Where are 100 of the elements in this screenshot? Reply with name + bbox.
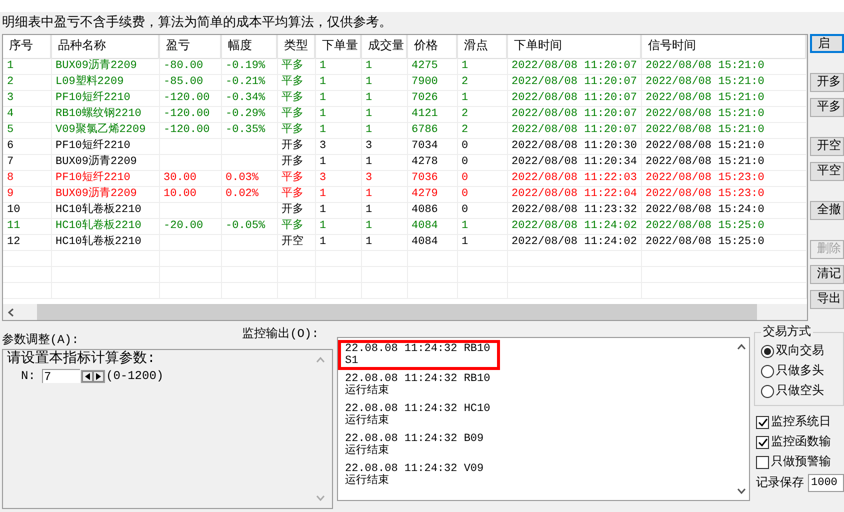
table-cell: 2022/08/08 15:25:0 [641, 218, 806, 234]
table-cell: 10.00 [159, 186, 221, 202]
up-chevron-icon[interactable] [736, 344, 746, 350]
table-cell: 平多 [277, 74, 315, 90]
param-name: N: [21, 368, 36, 385]
table-cell: BUX09沥青2209 [51, 58, 159, 74]
table-cell: 平多 [277, 122, 315, 138]
table-cell: PF10短纤2210 [51, 170, 159, 186]
table-cell: 1 [457, 218, 507, 234]
column-header[interactable]: 信号时间 [641, 35, 806, 58]
table-cell: PF10短纤2210 [51, 138, 159, 154]
table-cell: 12 [3, 234, 51, 250]
table-cell: 1 [315, 234, 361, 250]
toolbar-button[interactable]: 清记 [810, 265, 844, 284]
column-header[interactable]: 幅度 [221, 35, 277, 58]
column-header[interactable]: 盈亏 [159, 35, 221, 58]
table-cell: 1 [315, 202, 361, 218]
table-cell: 2022/08/08 15:23:0 [641, 170, 806, 186]
table-cell: 10 [3, 202, 51, 218]
checkbox-label: 监控系统日 [771, 414, 831, 431]
table-cell: BUX09沥青2209 [51, 186, 159, 202]
table-cell: 平多 [277, 106, 315, 122]
table-cell: 1 [457, 234, 507, 250]
column-header[interactable]: 品种名称 [51, 35, 159, 58]
table-cell: 2 [457, 106, 507, 122]
toolbar-button[interactable]: 启 [810, 34, 844, 53]
table-cell: HC10轧卷板2210 [51, 218, 159, 234]
checkbox[interactable] [756, 416, 769, 428]
table-cell: 2022/08/08 11:20:07 [507, 106, 641, 122]
table-cell: 2 [457, 74, 507, 90]
table-cell: 4086 [407, 202, 457, 218]
table-cell: 1 [361, 122, 407, 138]
table-cell: 1 [315, 106, 361, 122]
param-input[interactable]: 7 [42, 369, 80, 383]
table-cell: 7900 [407, 74, 457, 90]
log-line: 22.08.08 11:24:32 RB10 [345, 343, 492, 355]
column-header[interactable]: 类型 [277, 35, 315, 58]
radio-button[interactable] [761, 364, 774, 378]
increment-button[interactable] [93, 370, 104, 382]
table-cell: 平多 [277, 90, 315, 106]
table-cell: 2022/08/08 15:21:0 [641, 74, 806, 90]
radio-button[interactable] [761, 344, 774, 358]
table-cell: HC10轧卷板2210 [51, 234, 159, 250]
table-cell: 4084 [407, 234, 457, 250]
table-cell: 3 [315, 138, 361, 154]
table-cell: 1 [315, 122, 361, 138]
table-cell: 1 [3, 58, 51, 74]
table-cell: 1 [457, 90, 507, 106]
table-cell: V09聚氯乙烯2209 [51, 122, 159, 138]
table-cell: 11 [3, 218, 51, 234]
params-prompt: 请设置本指标计算参数: [7, 351, 156, 367]
monitor-label: 监控输出(O): [242, 326, 319, 343]
toolbar-button[interactable]: 平空 [810, 162, 844, 181]
record-input[interactable]: 1000 [808, 474, 844, 492]
column-header[interactable]: 下单量 [315, 35, 361, 58]
left-chevron-icon[interactable] [8, 308, 14, 316]
table-cell: -0.35% [221, 122, 277, 138]
table-cell: 0 [457, 154, 507, 170]
table-cell: -85.00 [159, 74, 221, 90]
column-header[interactable]: 序号 [3, 35, 51, 58]
toolbar-button[interactable]: 全撤 [810, 201, 844, 220]
table-cell: 2022/08/08 15:21:0 [641, 58, 806, 74]
horizontal-scrollbar[interactable] [3, 304, 807, 320]
table-cell: 1 [361, 106, 407, 122]
decrement-button[interactable] [82, 370, 93, 382]
column-header[interactable]: 下单时间 [507, 35, 641, 58]
table-cell: 1 [315, 58, 361, 74]
column-header[interactable]: 价格 [407, 35, 457, 58]
toolbar-button[interactable]: 开空 [810, 137, 844, 156]
log-line: 运行结束 [345, 415, 390, 427]
toolbar-button[interactable]: 开多 [810, 73, 844, 92]
table-cell: 2022/08/08 15:24:0 [641, 202, 806, 218]
table-cell: 2022/08/08 15:21:0 [641, 122, 806, 138]
table-cell: -120.00 [159, 122, 221, 138]
column-header[interactable]: 成交量 [361, 35, 407, 58]
table-cell: 0.03% [221, 170, 277, 186]
table-cell: 2022/08/08 15:25:0 [641, 234, 806, 250]
radio-label: 只做多头 [776, 363, 824, 380]
table-cell: 2022/08/08 15:21:0 [641, 106, 806, 122]
down-chevron-icon[interactable] [736, 488, 746, 494]
table-cell: 0 [457, 138, 507, 154]
toolbar-button[interactable]: 导出 [810, 290, 844, 309]
table-cell: 3 [361, 170, 407, 186]
radio-button[interactable] [761, 384, 774, 398]
table-cell: 2022/08/08 15:21:0 [641, 154, 806, 170]
column-header[interactable]: 滑点 [457, 35, 507, 58]
table-cell: 平多 [277, 58, 315, 74]
table-cell: 7 [3, 154, 51, 170]
table-cell: 0 [457, 186, 507, 202]
table-cell: 2022/08/08 11:20:07 [507, 90, 641, 106]
log-line: 22.08.08 11:24:32 HC10 [345, 403, 492, 415]
table-cell: 4084 [407, 218, 457, 234]
table-cell: 2022/08/08 11:22:04 [507, 186, 641, 202]
table-cell: 1 [361, 234, 407, 250]
table-cell: BUX09沥青2209 [51, 154, 159, 170]
table-cell: -0.29% [221, 106, 277, 122]
toolbar-button[interactable]: 平多 [810, 98, 844, 117]
table-cell: 开多 [277, 138, 315, 154]
checkbox[interactable] [756, 456, 769, 468]
checkbox[interactable] [756, 436, 769, 448]
